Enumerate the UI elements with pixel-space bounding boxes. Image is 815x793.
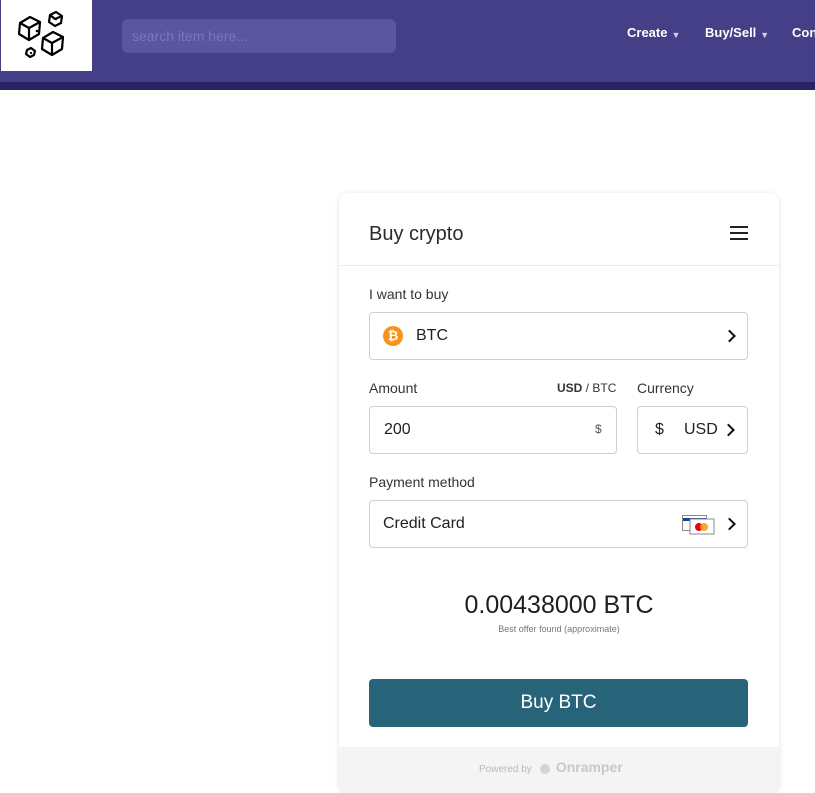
search-input[interactable] [122,19,396,53]
header-underbar [0,82,815,90]
site-logo[interactable] [1,0,92,71]
chevron-right-icon [722,423,735,437]
chevron-right-icon [723,517,736,531]
amount-label: Amount [369,380,418,396]
unit-toggle[interactable]: USD / BTC [557,381,616,395]
currency-label: Currency [637,380,694,396]
buy-crypto-widget: Buy crypto I want to buy ₿ BTC Amount US… [339,193,779,793]
chevron-down-icon: ▼ [760,30,770,40]
asset-selector[interactable]: ₿ BTC [369,312,748,360]
nav-connect[interactable]: Con [792,25,815,40]
widget-footer: Powered by Onramper [339,747,779,793]
payment-method-label: Payment method [369,474,475,490]
widget-title: Buy crypto [369,223,464,245]
chevron-down-icon: ▼ [671,30,681,40]
currency-symbol: $ [655,421,664,438]
widget-divider [339,265,779,266]
payment-method-name: Credit Card [383,515,465,532]
chevron-right-icon [723,329,736,343]
payment-method-selector[interactable]: Credit Card [369,500,748,548]
powered-by-brand: Onramper [555,759,623,775]
unit-usd[interactable]: USD [557,381,582,395]
quote-note: Best offer found (approximate) [498,624,620,634]
nav-create[interactable]: Create ▼ [627,25,680,40]
amount-currency-suffix: $ [595,422,602,436]
nav-connect-label: Con [792,25,815,40]
asset-code: BTC [416,327,448,344]
buy-button[interactable]: Buy BTC [369,679,748,727]
top-navbar: Create▼ Buy/Sell▼ Con [0,0,815,82]
currency-selector[interactable]: $ USD [637,406,748,454]
unit-btc[interactable]: BTC [592,381,616,395]
unit-separator: / [582,381,593,395]
cubes-logo-icon [17,10,65,59]
powered-by[interactable]: Powered by Onramper [479,759,623,775]
hamburger-menu-icon[interactable] [730,226,748,240]
bitcoin-icon: ₿ [383,326,403,346]
currency-code: USD [684,421,718,438]
want-to-buy-label: I want to buy [369,286,449,302]
nav-buy-sell-label: Buy/Sell [705,25,757,40]
quote-result: 0.00438000 BTC [464,591,654,619]
nav-create-label: Create [627,25,668,40]
amount-input[interactable] [369,406,617,454]
nav-buy-sell[interactable]: Buy/Sell ▼ [705,25,769,40]
credit-card-icon [682,515,715,535]
